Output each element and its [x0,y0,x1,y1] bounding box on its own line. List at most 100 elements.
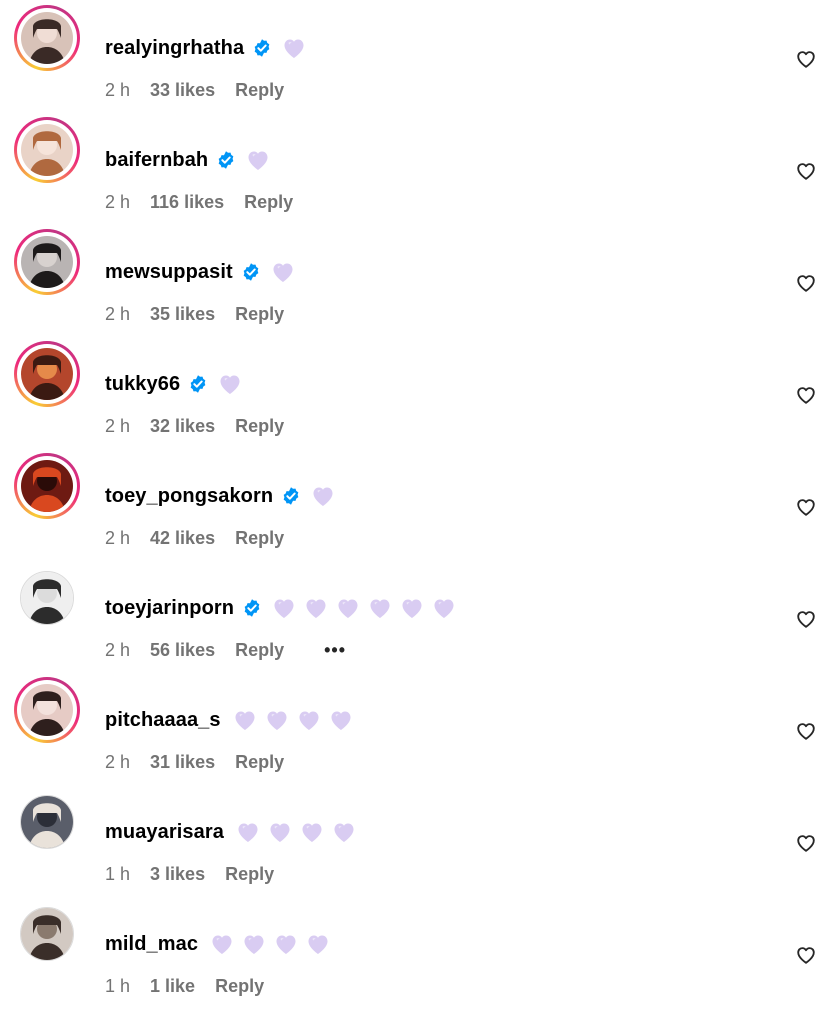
comment-header: realyingrhatha [105,33,306,63]
username-link[interactable]: tukky66 [105,373,180,396]
heart-outline-icon[interactable] [795,608,817,630]
avatar-wrapper[interactable] [14,565,80,631]
comment-meta: 2 h 33 likes Reply [105,77,284,103]
comment-item: mewsuppasit 2 h 35 likes Reply [0,224,820,336]
purple-heart-emoji-icon [218,373,242,395]
comment-header: tukky66 [105,369,242,399]
purple-heart-emoji-icon [268,821,292,843]
avatar[interactable] [20,795,74,849]
comment-text [246,149,270,171]
comment-item: pitchaaaa_s 2 h 31 likes Reply [0,672,820,784]
verified-badge-icon [188,374,208,394]
heart-outline-icon[interactable] [795,384,817,406]
timestamp[interactable]: 1 h [105,976,130,997]
heart-outline-icon[interactable] [795,944,817,966]
timestamp[interactable]: 2 h [105,304,130,325]
likes-count[interactable]: 35 likes [150,304,215,325]
username-link[interactable]: toey_pongsakorn [105,485,273,508]
comment-header: mild_mac [105,929,330,959]
avatar[interactable] [20,571,74,625]
more-options-button[interactable]: ••• [324,640,346,661]
likes-count[interactable]: 42 likes [150,528,215,549]
avatar-story-ring[interactable] [14,229,80,295]
likes-count[interactable]: 56 likes [150,640,215,661]
username-link[interactable]: baifernbah [105,149,208,172]
timestamp[interactable]: 2 h [105,192,130,213]
timestamp[interactable]: 1 h [105,864,130,885]
username-link[interactable]: muayarisara [105,821,224,844]
avatar[interactable] [21,684,73,736]
purple-heart-emoji-icon [432,597,456,619]
username-link[interactable]: realyingrhatha [105,37,244,60]
comment-header: pitchaaaa_s [105,705,353,735]
reply-button[interactable]: Reply [235,528,284,549]
purple-heart-emoji-icon [300,821,324,843]
avatar-story-ring[interactable] [14,677,80,743]
purple-heart-emoji-icon [272,597,296,619]
avatar-wrapper[interactable] [14,789,80,855]
avatar-story-ring[interactable] [14,453,80,519]
comment-item: toey_pongsakorn 2 h 42 likes Reply [0,448,820,560]
timestamp[interactable]: 2 h [105,640,130,661]
reply-button[interactable]: Reply [244,192,293,213]
comment-item: tukky66 2 h 32 likes Reply [0,336,820,448]
comment-meta: 2 h 56 likes Reply ••• [105,637,346,663]
comment-meta: 2 h 116 likes Reply [105,189,293,215]
purple-heart-emoji-icon [271,261,295,283]
avatar-wrapper[interactable] [14,901,80,967]
avatar[interactable] [21,124,73,176]
reply-button[interactable]: Reply [225,864,274,885]
reply-button[interactable]: Reply [235,752,284,773]
heart-outline-icon[interactable] [795,832,817,854]
comment-text [218,373,242,395]
avatar[interactable] [20,907,74,961]
likes-count[interactable]: 31 likes [150,752,215,773]
heart-outline-icon[interactable] [795,160,817,182]
avatar[interactable] [21,348,73,400]
purple-heart-emoji-icon [336,597,360,619]
avatar[interactable] [21,460,73,512]
avatar-story-ring[interactable] [14,117,80,183]
heart-outline-icon[interactable] [795,720,817,742]
username-link[interactable]: pitchaaaa_s [105,709,221,732]
heart-outline-icon[interactable] [795,272,817,294]
comment-header: mewsuppasit [105,257,295,287]
comment-text [236,821,356,843]
avatar-story-ring[interactable] [14,5,80,71]
comment-text [233,709,353,731]
verified-badge-icon [216,150,236,170]
avatar-story-ring[interactable] [14,341,80,407]
reply-button[interactable]: Reply [235,304,284,325]
comment-item: mild_mac 1 h 1 like Reply [0,896,820,1008]
username-link[interactable]: mewsuppasit [105,261,233,284]
likes-count[interactable]: 3 likes [150,864,205,885]
comment-meta: 1 h 1 like Reply [105,973,264,999]
timestamp[interactable]: 2 h [105,80,130,101]
comment-meta: 2 h 31 likes Reply [105,749,284,775]
timestamp[interactable]: 2 h [105,416,130,437]
purple-heart-emoji-icon [265,709,289,731]
reply-button[interactable]: Reply [235,80,284,101]
reply-button[interactable]: Reply [215,976,264,997]
verified-badge-icon [281,486,301,506]
likes-count[interactable]: 116 likes [150,192,224,213]
verified-badge-icon [241,262,261,282]
reply-button[interactable]: Reply [235,416,284,437]
avatar[interactable] [21,236,73,288]
heart-outline-icon[interactable] [795,48,817,70]
timestamp[interactable]: 2 h [105,528,130,549]
purple-heart-emoji-icon [332,821,356,843]
comment-header: muayarisara [105,817,356,847]
avatar[interactable] [21,12,73,64]
purple-heart-emoji-icon [282,37,306,59]
heart-outline-icon[interactable] [795,496,817,518]
username-link[interactable]: toeyjarinporn [105,597,234,620]
timestamp[interactable]: 2 h [105,752,130,773]
purple-heart-emoji-icon [297,709,321,731]
comment-header: baifernbah [105,145,270,175]
likes-count[interactable]: 1 like [150,976,195,997]
likes-count[interactable]: 32 likes [150,416,215,437]
likes-count[interactable]: 33 likes [150,80,215,101]
username-link[interactable]: mild_mac [105,933,198,956]
reply-button[interactable]: Reply [235,640,284,661]
